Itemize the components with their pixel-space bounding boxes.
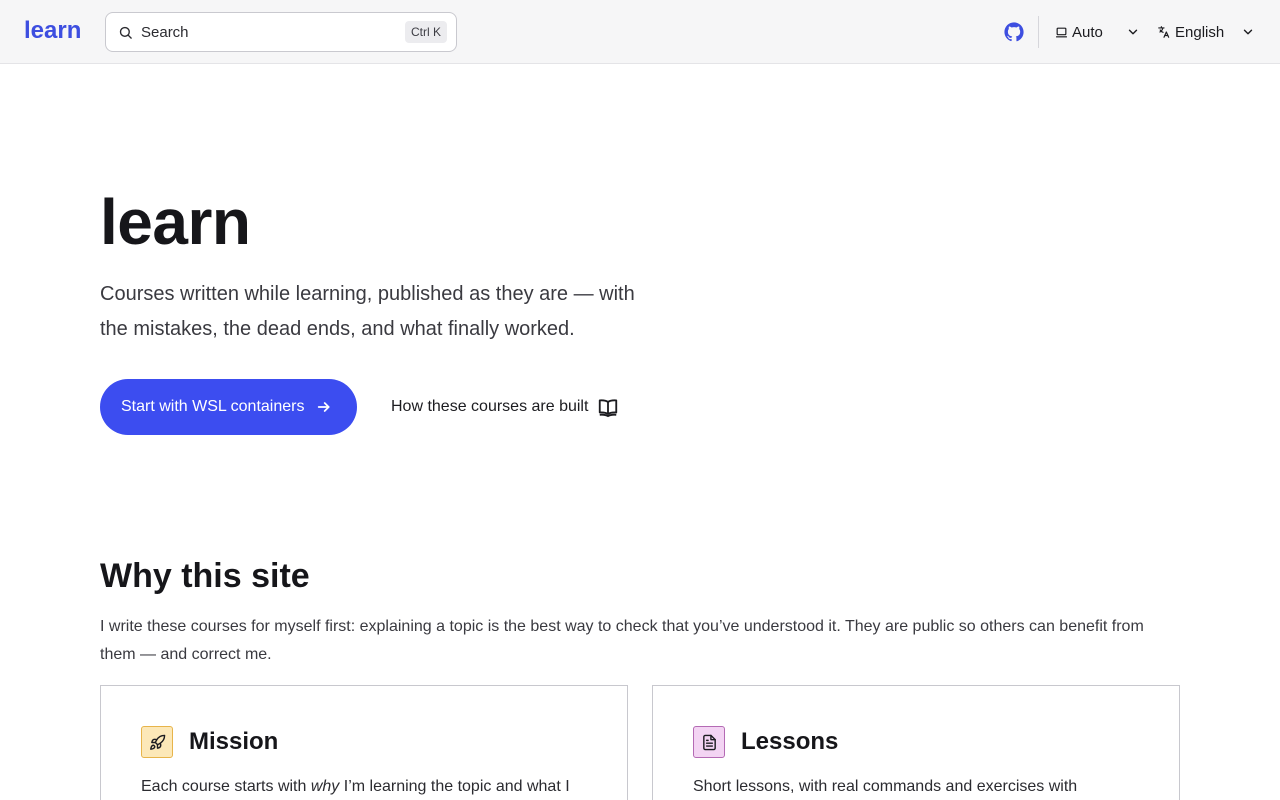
- how-courses-built-label: How these courses are built: [391, 398, 589, 415]
- site-logo[interactable]: learn: [24, 17, 81, 45]
- lessons-card: Lessons Short lessons, with real command…: [652, 685, 1180, 800]
- mission-card-title: Mission: [189, 728, 279, 755]
- start-course-label: Start with WSL containers: [121, 398, 305, 415]
- why-section-text: I write these courses for myself first: …: [100, 618, 1144, 663]
- hero-tagline: Courses written while learning, publishe…: [100, 283, 635, 340]
- chevron-down-icon: [1244, 29, 1253, 35]
- search-label: Search: [141, 23, 189, 41]
- search-shortcut-badge: Ctrl K: [405, 21, 447, 43]
- rocket-icon: [149, 734, 165, 750]
- chevron-down-icon: [1128, 29, 1138, 35]
- translate-icon: [1158, 26, 1170, 38]
- top-navbar: learn Search Ctrl K Auto English: [0, 0, 1280, 64]
- start-course-button[interactable]: Start with WSL containers: [100, 379, 357, 435]
- appearance-label: Auto: [1072, 23, 1103, 41]
- search-button[interactable]: Search Ctrl K: [105, 12, 457, 52]
- how-courses-built-link[interactable]: How these courses are built: [391, 394, 619, 420]
- why-section-title: Why this site: [100, 557, 310, 595]
- header-divider: [1038, 16, 1039, 48]
- appearance-toggle[interactable]: Auto: [1055, 20, 1140, 44]
- arrow-right-icon: [317, 402, 330, 412]
- document-icon: [702, 734, 716, 750]
- lessons-card-text: Short lessons, with real commands and ex…: [693, 778, 1078, 795]
- book-open-icon: [599, 399, 618, 418]
- mission-card-text: Each course starts with why I’m learning…: [141, 778, 570, 795]
- lessons-card-title: Lessons: [741, 728, 839, 755]
- language-label: English: [1175, 23, 1225, 41]
- search-icon: [119, 26, 132, 39]
- mission-card: Mission Each course starts with why I’m …: [100, 685, 628, 800]
- lessons-icon-badge: [693, 726, 725, 758]
- laptop-icon: [1056, 27, 1067, 37]
- hero-title: learn: [100, 186, 251, 258]
- language-switcher[interactable]: English: [1157, 20, 1255, 44]
- mission-icon-badge: [141, 726, 173, 758]
- github-icon[interactable]: [1004, 22, 1024, 42]
